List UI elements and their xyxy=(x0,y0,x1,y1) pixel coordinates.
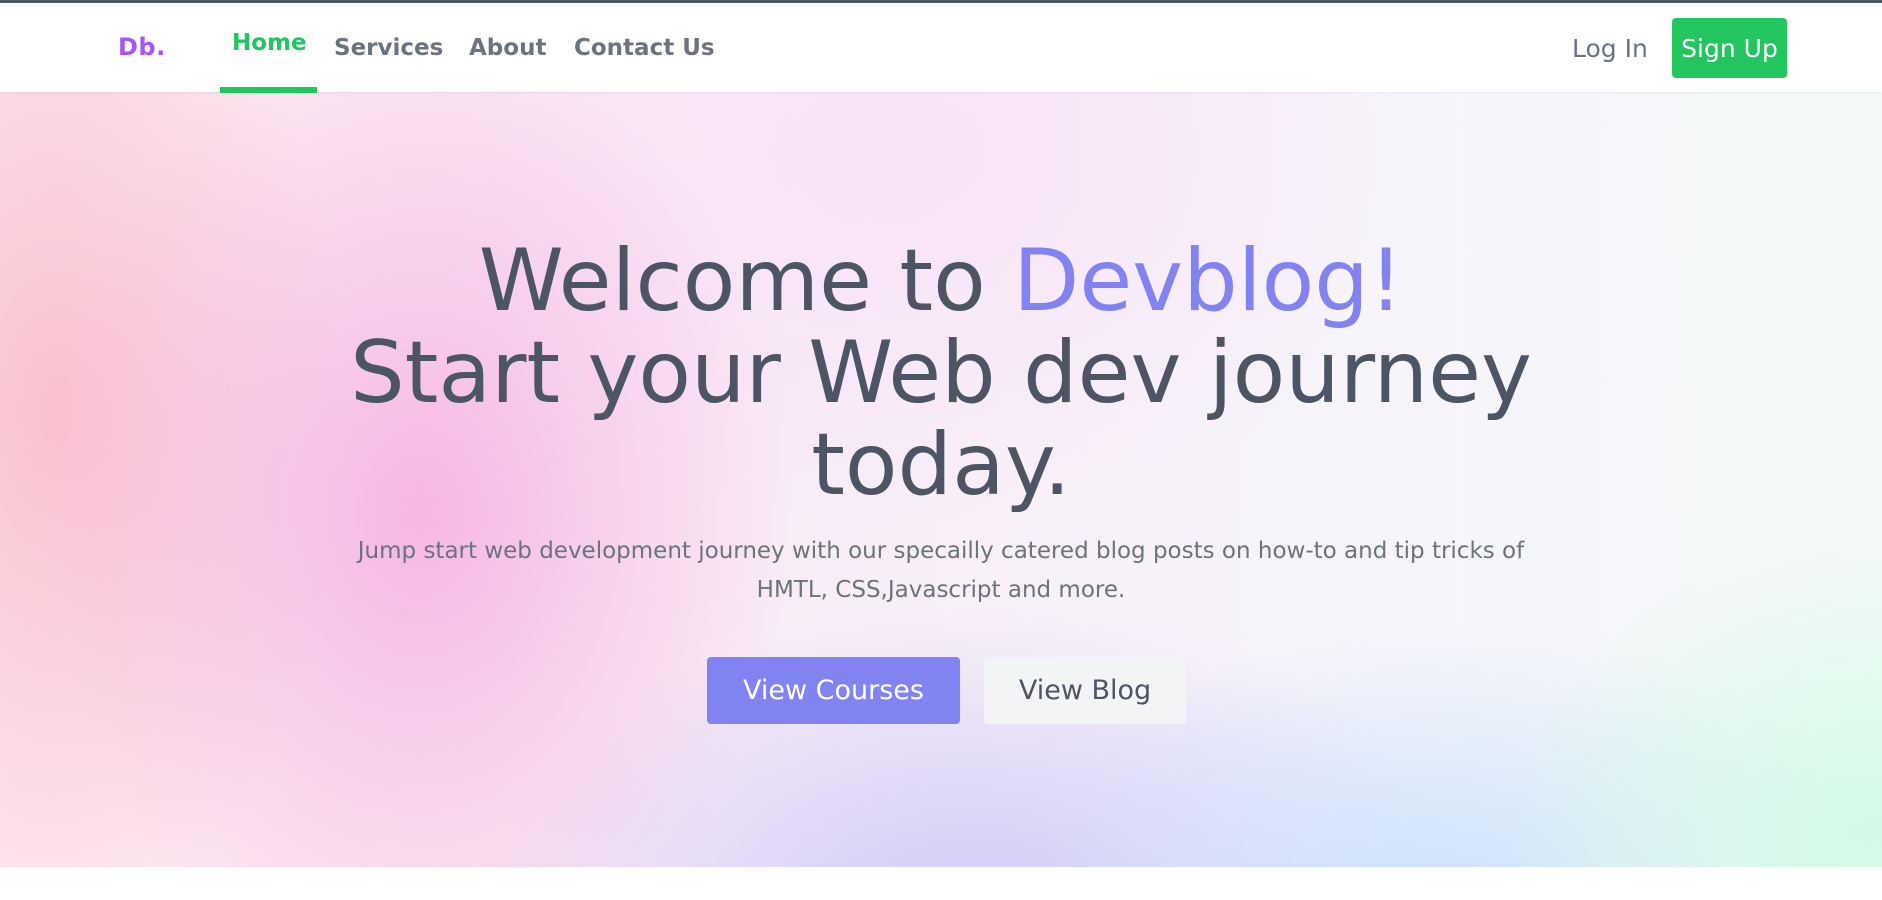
headline-brand: Devblog! xyxy=(1013,231,1404,331)
view-courses-button[interactable]: View Courses xyxy=(707,657,960,724)
nav-link-home[interactable]: Home xyxy=(232,30,307,56)
nav-link-about[interactable]: About xyxy=(469,35,546,61)
nav-active-indicator xyxy=(220,87,317,93)
view-blog-button[interactable]: View Blog xyxy=(984,657,1186,724)
login-link[interactable]: Log In xyxy=(1572,34,1648,63)
navbar: Db. Home Services About Contact Us Log I… xyxy=(0,3,1882,93)
page-content-below-hero xyxy=(0,867,1882,900)
hero-subtext: Jump start web development journey with … xyxy=(357,538,1525,603)
nav-link-contact-us[interactable]: Contact Us xyxy=(574,35,715,61)
logo[interactable]: Db. xyxy=(118,33,166,61)
hero-headline: Welcome to Devblog! Start your Web dev j… xyxy=(0,235,1882,511)
headline-line-3: today. xyxy=(811,415,1071,515)
hero-section: Welcome to Devblog! Start your Web dev j… xyxy=(0,92,1882,867)
nav-link-services[interactable]: Services xyxy=(334,35,443,61)
headline-prefix: Welcome to xyxy=(478,231,1014,331)
headline-line-2: Start your Web dev journey xyxy=(350,323,1532,423)
signup-button[interactable]: Sign Up xyxy=(1672,18,1787,78)
